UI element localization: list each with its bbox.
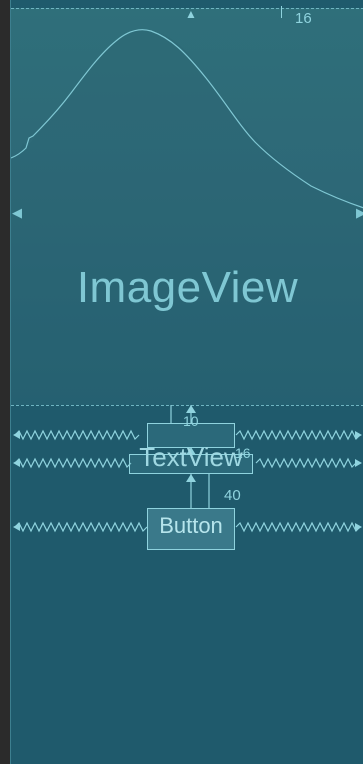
layout-canvas: ImageView ▲ 16 ◀ ▶ xyxy=(10,0,363,764)
button-view[interactable]: Button xyxy=(147,508,235,550)
spring-constraint-icon xyxy=(13,405,362,533)
margin-value-small-a: 10 xyxy=(183,413,199,429)
margin-value-small-b: 16 xyxy=(235,445,251,461)
text-view-label: TextView xyxy=(139,442,243,472)
between-margin-value: 40 xyxy=(224,487,241,504)
button-label: Button xyxy=(159,513,223,538)
